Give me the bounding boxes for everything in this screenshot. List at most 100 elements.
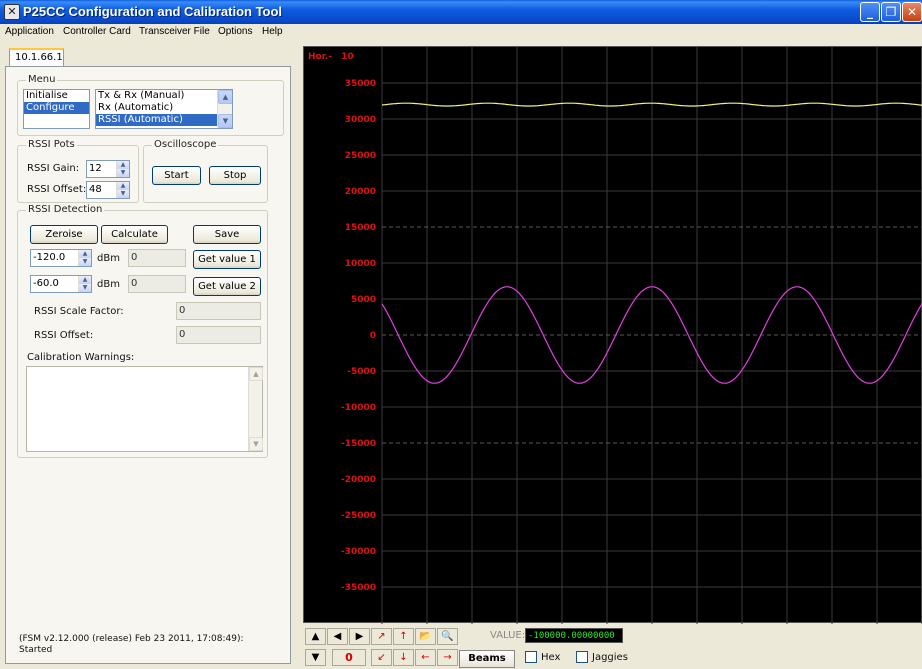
y-tick-label: 30000 xyxy=(345,115,376,125)
rssi-offset-stepper[interactable]: 48 ▲ ▼ xyxy=(86,181,130,199)
expand-diagonal-button[interactable]: ↗ xyxy=(371,628,392,645)
scale-factor-field: 0 xyxy=(176,302,261,320)
level2-unit: dBm xyxy=(97,279,120,290)
list-item-tx-rx-manual[interactable]: Tx & Rx (Manual) xyxy=(96,90,232,102)
window-title: P25CC Configuration and Calibration Tool xyxy=(23,4,283,19)
scroll-down-icon[interactable]: ▼ xyxy=(249,437,263,451)
scroll-up-icon[interactable]: ▲ xyxy=(218,90,232,104)
y-tick-label: 15000 xyxy=(345,223,376,233)
y-tick-label: -30000 xyxy=(341,547,376,557)
rssi-gain-spin[interactable]: ▲ ▼ xyxy=(116,161,129,177)
shrink-down-button[interactable]: ↓ xyxy=(393,649,414,666)
spin-up-icon[interactable]: ▲ xyxy=(117,161,129,169)
menu-transceiver-file[interactable]: Transceiver File xyxy=(139,26,210,37)
scroll-up-icon[interactable]: ▲ xyxy=(249,367,263,381)
level1-stepper[interactable]: -120.0 ▲ ▼ xyxy=(30,249,92,267)
rssi-offset-spin[interactable]: ▲ ▼ xyxy=(116,182,129,198)
rssi-gain-value: 12 xyxy=(89,163,102,174)
spin-down-icon[interactable]: ▼ xyxy=(117,169,129,177)
status-text: (FSM v2.12.000 (release) Feb 23 2011, 17… xyxy=(19,634,279,656)
level2-value: -60.0 xyxy=(33,278,59,289)
oscilloscope-display[interactable]: Hor.- 10 35000 30000 25000 20000 15000 10000 5… xyxy=(303,46,922,624)
y-tick-label: -20000 xyxy=(341,475,376,485)
zoom-button[interactable]: 🔍 xyxy=(437,628,458,645)
trace-counter: 0 xyxy=(332,649,366,666)
tab-device[interactable]: 10.1.66.1 xyxy=(9,48,64,67)
shift-left-button[interactable]: ← xyxy=(415,649,436,666)
value-display: -100000.00000000 xyxy=(525,628,623,643)
move-up-button[interactable]: ▲ xyxy=(305,628,326,645)
hex-checkbox[interactable] xyxy=(525,651,537,663)
shrink-diagonal-button[interactable]: ↙ xyxy=(371,649,392,666)
jaggies-label: Jaggies xyxy=(592,652,628,663)
move-left-button[interactable]: ◀ xyxy=(327,628,348,645)
spin-up-icon[interactable]: ▲ xyxy=(117,182,129,190)
stop-button[interactable]: Stop xyxy=(209,166,261,185)
level1-value: -120.0 xyxy=(33,252,66,263)
spin-up-icon[interactable]: ▲ xyxy=(79,250,91,258)
oscilloscope-group: Oscilloscope Start Stop xyxy=(143,139,268,203)
move-right-button[interactable]: ▶ xyxy=(349,628,370,645)
rssi-pots-group: RSSI Pots RSSI Gain: 12 ▲ ▼ RSSI Offset: … xyxy=(17,139,139,203)
rssi-detection-group: RSSI Detection Zeroise Calculate Save -1… xyxy=(17,204,268,458)
y-tick-label: -25000 xyxy=(341,511,376,521)
y-tick-label: 25000 xyxy=(345,151,376,161)
calibration-warnings-textarea[interactable]: ▲ ▼ xyxy=(26,366,263,452)
calculate-button[interactable]: Calculate xyxy=(101,225,168,244)
beams-button[interactable]: Beams xyxy=(459,650,515,668)
y-tick-label: 0 xyxy=(370,331,376,341)
menu-controller-card[interactable]: Controller Card xyxy=(63,26,131,37)
y-tick-label: -35000 xyxy=(341,583,376,593)
menu-options[interactable]: Options xyxy=(218,26,252,37)
y-tick-label: 10000 xyxy=(345,259,376,269)
spin-down-icon[interactable]: ▼ xyxy=(79,258,91,266)
menu-help[interactable]: Help xyxy=(262,26,283,37)
get-value2-button[interactable]: Get value 2 xyxy=(193,277,261,296)
rssi-detection-title: RSSI Detection xyxy=(26,204,105,215)
value-label: VALUE: xyxy=(490,630,526,641)
menu-group: Menu Initialise Configure Tx & Rx (Manua… xyxy=(17,74,284,136)
app-icon: ✕ xyxy=(4,4,20,20)
scroll-down-icon[interactable]: ▼ xyxy=(218,114,232,128)
hor-label: Hor.- xyxy=(308,52,332,62)
menu-application[interactable]: Application xyxy=(5,26,54,37)
zeroise-button[interactable]: Zeroise xyxy=(30,225,98,244)
list-item-initialise[interactable]: Initialise xyxy=(24,90,89,102)
list-item-rx-automatic[interactable]: Rx (Automatic) xyxy=(96,102,232,114)
menu-list-right[interactable]: Tx & Rx (Manual) Rx (Automatic) RSSI (Au… xyxy=(95,89,233,129)
spin-up-icon[interactable]: ▲ xyxy=(79,276,91,284)
minimize-button[interactable]: _ xyxy=(860,2,880,22)
rssi-gain-stepper[interactable]: 12 ▲ ▼ xyxy=(86,160,130,178)
rssi-pots-title: RSSI Pots xyxy=(26,139,77,150)
open-folder-button[interactable]: 📂 xyxy=(415,628,436,645)
offset-field: 0 xyxy=(176,326,261,344)
maximize-button[interactable]: ❐ xyxy=(881,2,901,22)
rssi-offset-label: RSSI Offset: xyxy=(27,184,87,195)
save-button[interactable]: Save xyxy=(193,225,261,244)
get-value1-button[interactable]: Get value 1 xyxy=(193,250,261,269)
level2-spin[interactable]: ▲ ▼ xyxy=(78,276,91,292)
menu-list-scrollbar[interactable]: ▲ ▼ xyxy=(217,90,232,128)
shift-right-button[interactable]: → xyxy=(437,649,458,666)
oscilloscope-title: Oscilloscope xyxy=(152,139,219,150)
calibration-warnings-label: Calibration Warnings: xyxy=(27,352,135,363)
menu-list-left[interactable]: Initialise Configure xyxy=(23,89,90,129)
close-button[interactable]: ✕ xyxy=(902,2,922,22)
warnings-scrollbar[interactable]: ▲ ▼ xyxy=(248,367,263,451)
move-down-button[interactable]: ▼ xyxy=(305,649,326,666)
list-item-rssi-automatic[interactable]: RSSI (Automatic) xyxy=(96,114,232,126)
level1-unit: dBm xyxy=(97,253,120,264)
y-tick-label: -5000 xyxy=(347,367,376,377)
y-tick-label: -10000 xyxy=(341,403,376,413)
start-button[interactable]: Start xyxy=(152,166,201,185)
jaggies-checkbox[interactable] xyxy=(576,651,588,663)
level1-spin[interactable]: ▲ ▼ xyxy=(78,250,91,266)
spin-down-icon[interactable]: ▼ xyxy=(79,284,91,292)
title-bar: ✕ P25CC Configuration and Calibration To… xyxy=(0,0,922,24)
list-item-configure[interactable]: Configure xyxy=(24,102,89,114)
y-tick-label: 20000 xyxy=(345,187,376,197)
spin-down-icon[interactable]: ▼ xyxy=(117,190,129,198)
expand-up-button[interactable]: ↑ xyxy=(393,628,414,645)
level2-stepper[interactable]: -60.0 ▲ ▼ xyxy=(30,275,92,293)
status-line1: (FSM v2.12.000 (release) Feb 23 2011, 17… xyxy=(19,634,244,644)
